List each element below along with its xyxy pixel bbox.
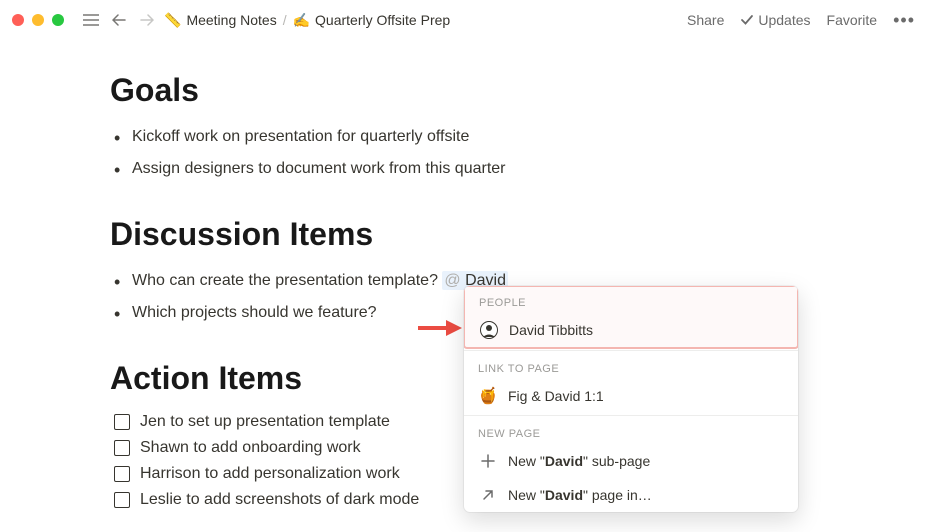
breadcrumb-separator: / — [283, 12, 287, 28]
divider — [464, 415, 798, 416]
at-symbol: @ — [444, 272, 465, 289]
more-options-icon[interactable]: ••• — [893, 10, 915, 31]
annotation-arrow-icon — [418, 316, 462, 345]
ruler-icon: 📏 — [164, 12, 181, 29]
back-button[interactable] — [108, 9, 130, 31]
mention-popover: PEOPLE David Tibbitts LINK TO PAGE 🍯 Fig… — [464, 286, 798, 512]
share-button[interactable]: Share — [687, 12, 724, 28]
sidebar-toggle-icon[interactable] — [80, 9, 102, 31]
honey-pot-icon: 🍯 — [478, 386, 498, 406]
link-page-option[interactable]: 🍯 Fig & David 1:1 — [464, 379, 798, 413]
maximize-window[interactable] — [52, 14, 64, 26]
checkbox-label: Jen to set up presentation template — [140, 413, 390, 431]
link-section-label: LINK TO PAGE — [464, 353, 798, 379]
link-page-name: Fig & David 1:1 — [508, 388, 604, 404]
discussion-heading[interactable]: Discussion Items — [110, 216, 817, 253]
divider — [464, 350, 798, 351]
newpage-section-label: NEW PAGE — [464, 418, 798, 444]
minimize-window[interactable] — [32, 14, 44, 26]
list-item[interactable]: Kickoff work on presentation for quarter… — [132, 121, 817, 153]
checkbox[interactable] — [114, 492, 130, 508]
window-controls — [12, 14, 64, 26]
checkbox[interactable] — [114, 466, 130, 482]
share-label: Share — [687, 12, 724, 28]
checkbox-label: Shawn to add onboarding work — [140, 439, 361, 457]
avatar-icon — [479, 320, 499, 340]
topbar-actions: Share Updates Favorite ••• — [687, 10, 915, 31]
breadcrumb-current[interactable]: ✍️ Quarterly Offsite Prep — [293, 12, 451, 29]
checkmark-icon — [740, 13, 754, 27]
breadcrumb-current-label: Quarterly Offsite Prep — [315, 12, 450, 28]
updates-label: Updates — [758, 12, 810, 28]
plus-icon — [478, 451, 498, 471]
goals-list: Kickoff work on presentation for quarter… — [110, 121, 817, 184]
updates-button[interactable]: Updates — [740, 12, 810, 28]
arrow-up-right-icon — [478, 485, 498, 505]
discussion-text: Who can create the presentation template… — [132, 272, 442, 289]
goals-heading[interactable]: Goals — [110, 72, 817, 109]
breadcrumb-parent-label: Meeting Notes — [186, 12, 276, 28]
checkbox-label: Harrison to add personalization work — [140, 465, 400, 483]
checkbox[interactable] — [114, 440, 130, 456]
favorite-button[interactable]: Favorite — [827, 12, 878, 28]
person-option[interactable]: David Tibbitts — [465, 313, 797, 347]
writing-hand-icon: ✍️ — [293, 12, 310, 29]
checkbox-label: Leslie to add screenshots of dark mode — [140, 491, 419, 509]
new-subpage-label: New "David" sub-page — [508, 453, 650, 469]
list-item[interactable]: Assign designers to document work from t… — [132, 153, 817, 185]
forward-button[interactable] — [136, 9, 158, 31]
breadcrumb: 📏 Meeting Notes / ✍️ Quarterly Offsite P… — [164, 12, 450, 29]
people-section-label: PEOPLE — [465, 287, 797, 313]
close-window[interactable] — [12, 14, 24, 26]
checkbox[interactable] — [114, 414, 130, 430]
people-section-highlight: PEOPLE David Tibbitts — [464, 286, 798, 349]
favorite-label: Favorite — [827, 12, 878, 28]
new-page-in-option[interactable]: New "David" page in… — [464, 478, 798, 512]
topbar: 📏 Meeting Notes / ✍️ Quarterly Offsite P… — [0, 0, 927, 40]
person-name: David Tibbitts — [509, 322, 593, 338]
new-page-in-label: New "David" page in… — [508, 487, 652, 503]
new-subpage-option[interactable]: New "David" sub-page — [464, 444, 798, 478]
breadcrumb-parent[interactable]: 📏 Meeting Notes — [164, 12, 277, 29]
